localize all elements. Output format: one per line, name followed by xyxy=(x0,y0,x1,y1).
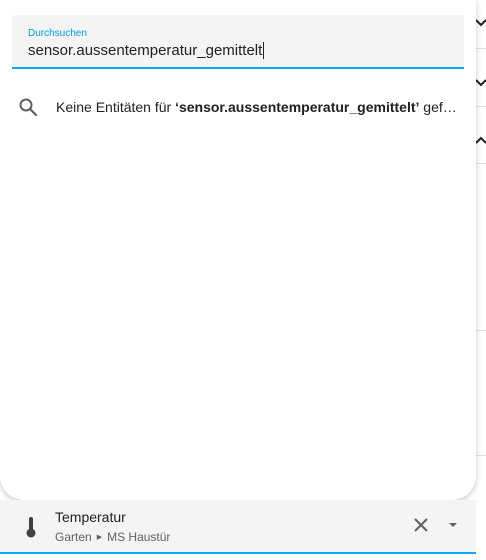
no-results-suffix: gefunden xyxy=(423,99,462,115)
entity-search-popup: Durchsuchen sensor.aussentemperatur_gemi… xyxy=(0,0,476,500)
dropdown-arrow-icon[interactable] xyxy=(445,517,461,533)
background-divider xyxy=(476,330,486,331)
background-divider xyxy=(476,48,486,49)
search-label: Durchsuchen xyxy=(28,28,87,39)
background-divider xyxy=(476,455,486,456)
no-results-prefix: Keine Entitäten für xyxy=(56,99,176,115)
thermometer-icon xyxy=(22,515,40,539)
no-results-message: Keine Entitäten für ‘sensor.aussentemper… xyxy=(56,99,462,115)
entity-area: Garten xyxy=(55,530,92,544)
selected-entity-row[interactable]: Temperatur Garten ▶ MS Haustür xyxy=(0,500,476,552)
entity-row-underline xyxy=(0,552,476,554)
search-input[interactable]: Durchsuchen sensor.aussentemperatur_gemi… xyxy=(12,15,464,69)
entity-name: Temperatur xyxy=(55,509,126,525)
no-results-query: ‘sensor.aussentemperatur_gemittelt’ xyxy=(175,99,420,115)
entity-device: MS Haustür xyxy=(107,530,171,544)
text-caret xyxy=(263,42,265,59)
search-value[interactable]: sensor.aussentemperatur_gemittelt xyxy=(28,42,262,59)
background-divider xyxy=(476,106,486,107)
breadcrumb-separator-icon: ▶ xyxy=(96,534,103,541)
background-divider xyxy=(476,163,486,164)
search-value-wrapper[interactable]: sensor.aussentemperatur_gemittelt xyxy=(28,42,265,59)
entity-breadcrumb: Garten ▶ MS Haustür xyxy=(55,530,170,544)
no-results-row: Keine Entitäten für ‘sensor.aussentemper… xyxy=(0,88,476,126)
clear-icon[interactable] xyxy=(411,515,431,535)
search-icon xyxy=(18,97,38,117)
